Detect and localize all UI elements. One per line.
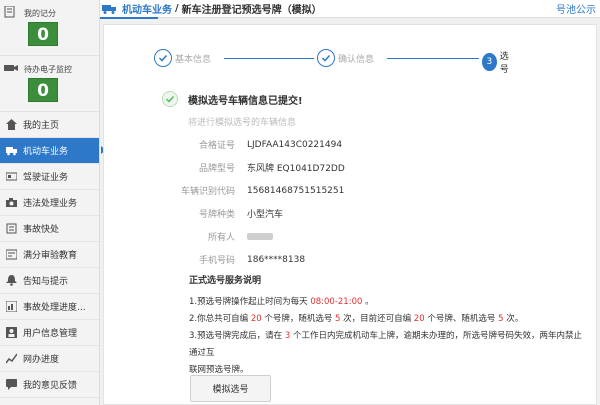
step-label: 选号 bbox=[499, 52, 509, 75]
step-select-number: 3 选号 bbox=[482, 49, 514, 75]
success-banner: 模拟选号车辆信息已提交! bbox=[162, 91, 303, 107]
info-value: 15681468751515251 bbox=[247, 185, 345, 196]
rule-line-2: 2.你总共可自编 20 个号牌，随机选号 5 次，目前还可自编 20 个号牌、随… bbox=[189, 314, 524, 324]
simulate-select-button[interactable]: 模拟选号 bbox=[190, 375, 271, 402]
info-key: 车辆识别代码 bbox=[180, 187, 235, 197]
monitor-count: 0 bbox=[28, 78, 58, 102]
step-number: 3 bbox=[482, 53, 497, 71]
rule-line-3: 3.预选号牌完成后，请在 3 个工作日内完成机动车上牌，逾期未办理的，所选号牌号… bbox=[189, 331, 582, 375]
score-label: 我的记分 bbox=[24, 9, 56, 18]
sidebar-menu: 我的主页 机动车业务 驾驶证业务 违法处理业务 事故快处 满分审验教育 告知与提… bbox=[0, 112, 106, 398]
truck-icon bbox=[102, 4, 116, 14]
check-icon bbox=[317, 49, 335, 67]
progress-icon bbox=[6, 301, 17, 312]
sidebar-item-label: 违法处理业务 bbox=[23, 199, 78, 209]
success-title: 模拟选号车辆信息已提交! bbox=[188, 95, 303, 107]
rule-line-1: 1.预选号牌操作起止时间为每天 08:00-21:00 。 bbox=[189, 297, 374, 307]
sidebar: 我的记分 0 待办电子监控 0 我的主页 机动车业务 驾驶证业务 违法处理业务 … bbox=[0, 0, 106, 405]
sidebar-item-label: 驾驶证业务 bbox=[23, 173, 69, 183]
check-icon bbox=[154, 49, 172, 67]
camera-icon bbox=[6, 198, 17, 207]
sidebar-item-online-progress[interactable]: 网办进度 bbox=[0, 346, 99, 372]
sidebar-item-license[interactable]: 驾驶证业务 bbox=[0, 164, 99, 190]
info-value: LJDFAA143C0221494 bbox=[247, 139, 343, 150]
sidebar-item-home[interactable]: 我的主页 bbox=[0, 112, 99, 138]
time-window: 08:00-21:00 bbox=[310, 297, 363, 307]
plate-pool-notice-link[interactable]: 号池公示 bbox=[556, 1, 596, 16]
education-icon bbox=[6, 249, 17, 260]
info-row: 所有人 bbox=[164, 225, 345, 248]
sidebar-item-accident-progress[interactable]: 事故处理进度... bbox=[0, 294, 99, 320]
truck-icon bbox=[6, 147, 17, 156]
success-check-icon bbox=[162, 91, 178, 107]
info-key: 手机号码 bbox=[198, 256, 235, 266]
owner-redacted bbox=[247, 233, 273, 240]
user-icon bbox=[6, 327, 17, 338]
step-basic-info: 基本信息 bbox=[154, 49, 211, 67]
info-key: 合格证号 bbox=[198, 141, 235, 151]
license-icon bbox=[6, 172, 17, 181]
info-row: 品牌型号 东风牌 EQ1041D72DD bbox=[164, 156, 345, 179]
info-value: 186****8138 bbox=[247, 254, 306, 265]
monitor-label: 待办电子监控 bbox=[24, 65, 72, 74]
score-count: 0 bbox=[28, 22, 58, 46]
bell-icon bbox=[6, 275, 17, 286]
sidebar-item-notice[interactable]: 告知与提示 bbox=[0, 268, 99, 294]
chart-icon bbox=[6, 353, 17, 364]
accident-icon bbox=[6, 223, 17, 234]
sidebar-item-label: 事故快处 bbox=[23, 225, 60, 235]
document-icon bbox=[4, 6, 15, 18]
sidebar-item-education[interactable]: 满分审验教育 bbox=[0, 242, 99, 268]
info-value: 东风牌 EQ1041D72DD bbox=[247, 164, 345, 174]
sidebar-item-user[interactable]: 用户信息管理 bbox=[0, 320, 99, 346]
vehicle-info: 合格证号 LJDFAA143C0221494 品牌型号 东风牌 EQ1041D72D… bbox=[164, 133, 345, 271]
score-stat[interactable]: 我的记分 0 bbox=[0, 0, 99, 56]
sidebar-item-label: 我的意见反馈 bbox=[23, 381, 78, 391]
sidebar-item-label: 我的主页 bbox=[23, 121, 60, 131]
step-confirm-info: 确认信息 bbox=[317, 49, 374, 67]
main-panel: 基本信息 确认信息 3 选号 模拟选号车辆信息已提交! 将进行模拟选号的车辆信息… bbox=[103, 24, 597, 405]
info-key: 号牌种类 bbox=[198, 210, 235, 220]
monitor-stat[interactable]: 待办电子监控 0 bbox=[0, 56, 99, 112]
success-subtitle: 将进行模拟选号的车辆信息 bbox=[188, 118, 297, 128]
sidebar-item-label: 用户信息管理 bbox=[23, 329, 78, 339]
breadcrumb-vehicle[interactable]: 机动车业务 bbox=[122, 1, 172, 16]
breadcrumb-underline bbox=[100, 17, 158, 19]
sidebar-item-label: 满分审验教育 bbox=[23, 251, 78, 261]
service-rules: 正式选号服务说明 1.预选号牌操作起止时间为每天 08:00-21:00 。 2… bbox=[189, 273, 589, 379]
home-icon bbox=[6, 119, 17, 130]
info-key: 品牌型号 bbox=[198, 164, 235, 174]
info-row: 合格证号 LJDFAA143C0221494 bbox=[164, 133, 345, 156]
sidebar-item-accident[interactable]: 事故快处 bbox=[0, 216, 99, 242]
rules-title: 正式选号服务说明 bbox=[189, 276, 262, 286]
step-label: 基本信息 bbox=[175, 54, 212, 65]
sidebar-item-label: 网办进度 bbox=[23, 355, 60, 365]
camera-icon bbox=[4, 65, 18, 71]
sidebar-item-label: 事故处理进度... bbox=[23, 303, 86, 313]
sidebar-item-label: 告知与提示 bbox=[23, 277, 69, 287]
info-key: 所有人 bbox=[207, 233, 235, 243]
info-row: 手机号码 186****8138 bbox=[164, 248, 345, 271]
step-connector bbox=[387, 58, 479, 59]
info-value: 小型汽车 bbox=[247, 210, 284, 220]
sidebar-item-vehicle[interactable]: 机动车业务 bbox=[0, 138, 106, 164]
info-row: 号牌种类 小型汽车 bbox=[164, 202, 345, 225]
sidebar-item-violation[interactable]: 违法处理业务 bbox=[0, 190, 99, 216]
step-indicator: 基本信息 确认信息 3 选号 bbox=[154, 49, 514, 75]
breadcrumb-bar: 机动车业务 / 新车注册登记预选号牌（模拟） 号池公示 bbox=[100, 0, 600, 19]
sidebar-item-feedback[interactable]: 我的意见反馈 bbox=[0, 372, 99, 398]
info-row: 车辆识别代码 15681468751515251 bbox=[164, 179, 345, 202]
step-label: 确认信息 bbox=[338, 54, 375, 65]
breadcrumb-separator: / bbox=[175, 3, 179, 14]
feedback-icon bbox=[6, 379, 17, 390]
sidebar-item-label: 机动车业务 bbox=[23, 147, 69, 157]
page-title: 新车注册登记预选号牌（模拟） bbox=[181, 5, 322, 16]
step-connector bbox=[224, 58, 314, 59]
